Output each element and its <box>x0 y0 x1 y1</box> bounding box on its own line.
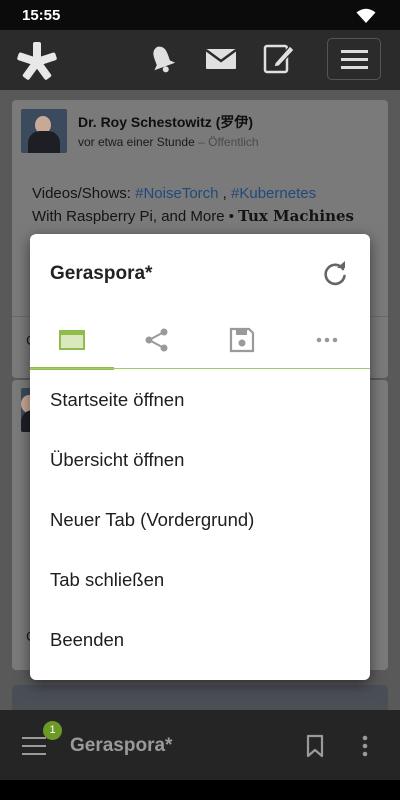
post-visibility: Öffentlich <box>208 135 259 149</box>
system-nav-bar <box>0 780 400 800</box>
compose-post-icon[interactable] <box>263 42 295 74</box>
post-line1-sep: , <box>218 185 232 202</box>
bottom-toolbar: 1 Geraspora* <box>0 710 400 780</box>
notifications-bell-icon[interactable] <box>148 44 176 74</box>
post-line2-prefix: With Raspberry Pi, and More • <box>32 208 239 225</box>
post-card-image[interactable] <box>12 685 388 710</box>
menu-item-open-overview[interactable]: Übersicht öffnen <box>30 430 370 490</box>
meta-separator: – <box>198 135 205 149</box>
tabs-menu-icon[interactable] <box>22 737 48 757</box>
reload-icon[interactable] <box>322 261 348 287</box>
menu-item-close-tab[interactable]: Tab schließen <box>30 550 370 610</box>
tab-count-badge: 1 <box>43 721 62 740</box>
hamburger-icon <box>341 50 368 53</box>
menu-item-open-homepage[interactable]: Startseite öffnen <box>30 370 370 430</box>
tab-page-view[interactable] <box>30 318 114 370</box>
save-icon <box>229 327 255 353</box>
hashtag-link[interactable]: #NoiseTorch <box>135 185 218 202</box>
app-bar <box>0 30 400 90</box>
tab-save[interactable] <box>200 318 284 370</box>
current-tab-title[interactable]: Geraspora* <box>70 735 172 757</box>
author-avatar[interactable] <box>21 109 67 153</box>
tab-window-icon <box>59 330 85 350</box>
main-menu-button[interactable] <box>327 38 381 80</box>
post-meta: vor etwa einer Stunde – Öffentlich <box>78 135 259 149</box>
hashtag-link[interactable]: #Kubernetes <box>231 185 316 202</box>
source-name: Tux Machines <box>238 207 354 225</box>
menu-item-exit[interactable]: Beenden <box>30 610 370 670</box>
post-body: Videos/Shows: #NoiseTorch , #Kubernetes … <box>32 182 382 228</box>
post-time[interactable]: vor etwa einer Stunde <box>78 135 195 149</box>
status-bar: 15:55 <box>0 0 400 30</box>
more-horizontal-icon <box>316 337 338 343</box>
overflow-menu-icon[interactable] <box>357 734 373 758</box>
share-icon <box>145 328 168 352</box>
diaspora-asterisk-icon[interactable] <box>16 40 58 82</box>
status-time: 15:55 <box>22 7 61 24</box>
post-line1-prefix: Videos/Shows: <box>32 185 136 202</box>
messages-mail-icon[interactable] <box>205 46 237 72</box>
menu-item-new-tab-foreground[interactable]: Neuer Tab (Vordergrund) <box>30 490 370 550</box>
bookmark-icon[interactable] <box>305 734 325 758</box>
tabs-divider <box>30 368 370 369</box>
tab-context-menu: Geraspora* Startseite öffnen Übersicht ö… <box>30 234 370 680</box>
post-author[interactable]: Dr. Roy Schestowitz (罗伊) <box>78 112 253 132</box>
tab-more[interactable] <box>285 318 369 370</box>
wifi-icon <box>356 8 376 23</box>
tab-share[interactable] <box>115 318 199 370</box>
menu-title: Geraspora* <box>50 263 153 284</box>
